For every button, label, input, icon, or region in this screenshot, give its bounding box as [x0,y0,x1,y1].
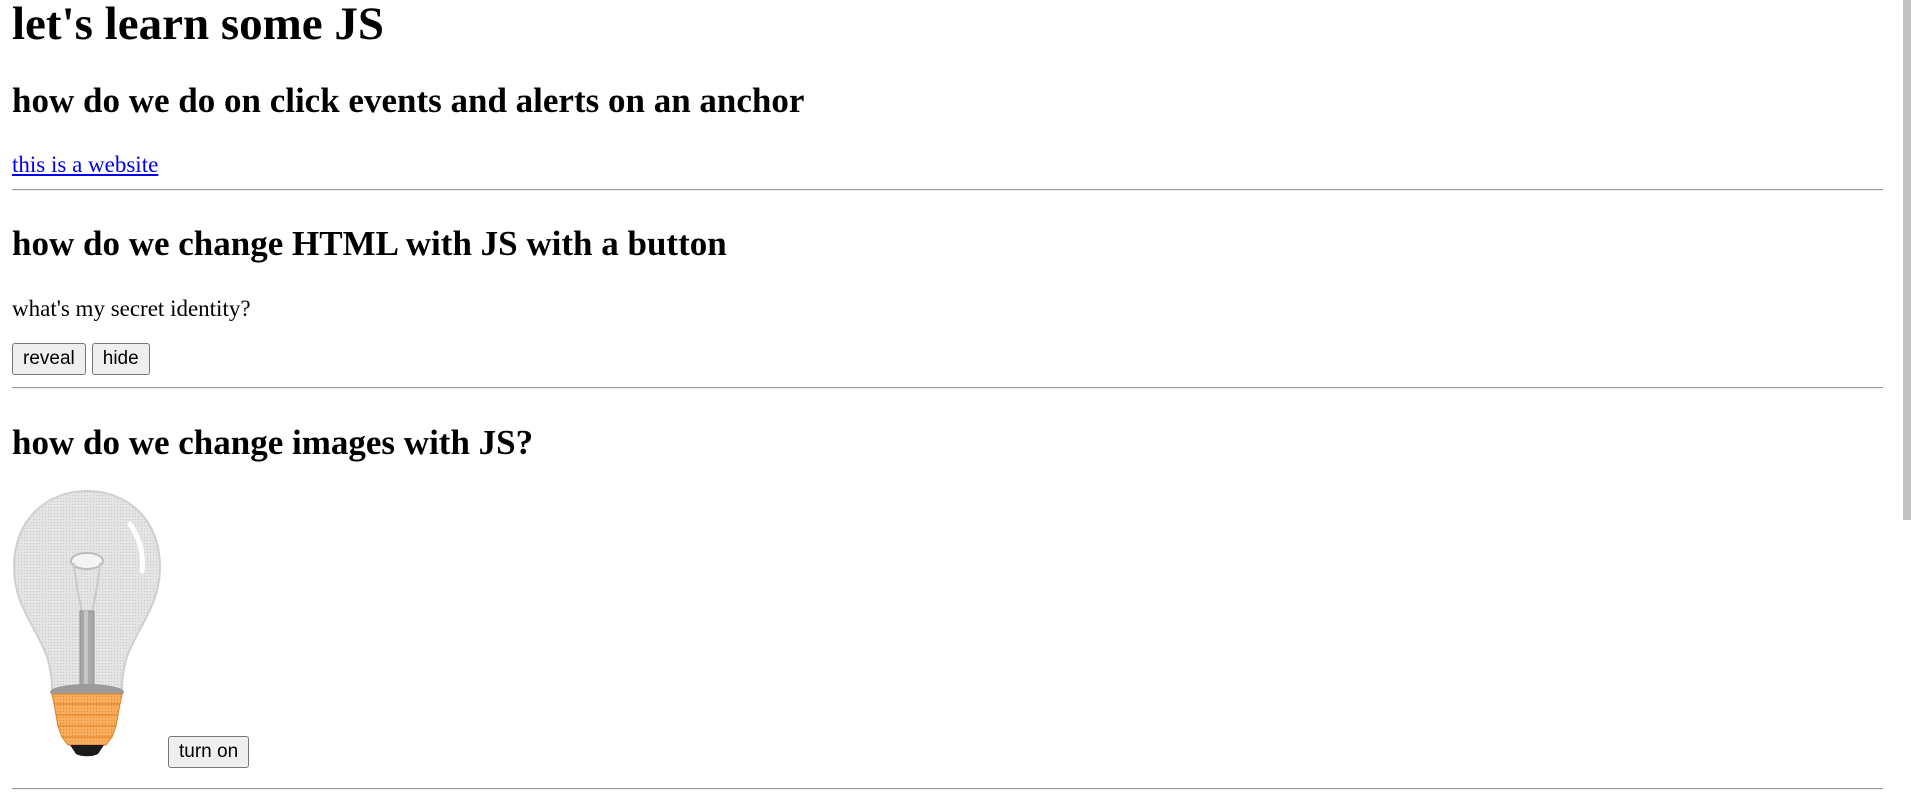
anchor-section-heading: how do we do on click events and alerts … [12,81,805,120]
divider [12,387,1883,389]
lightbulb-off-icon [12,489,162,757]
turn-on-button[interactable]: turn on [168,736,250,768]
page-content: let's learn some JS how do we do on clic… [12,0,1884,768]
divider [12,788,1883,790]
html-section-heading: how do we change HTML with JS with a but… [12,224,727,263]
hide-button[interactable]: hide [91,343,150,375]
secret-identity-text: what's my secret identity? [12,296,251,321]
reveal-button[interactable]: reveal [12,343,86,375]
website-link[interactable]: this is a website [12,151,158,179]
bulb-row: turn on [12,489,1884,768]
vertical-scrollbar[interactable] [1897,0,1911,803]
page-title: let's learn some JS [12,0,385,50]
reveal-hide-buttons: reveal hide [12,343,1884,375]
scrollbar-thumb[interactable] [1903,0,1911,520]
divider [12,189,1883,191]
images-section-heading: how do we change images with JS? [12,423,534,462]
